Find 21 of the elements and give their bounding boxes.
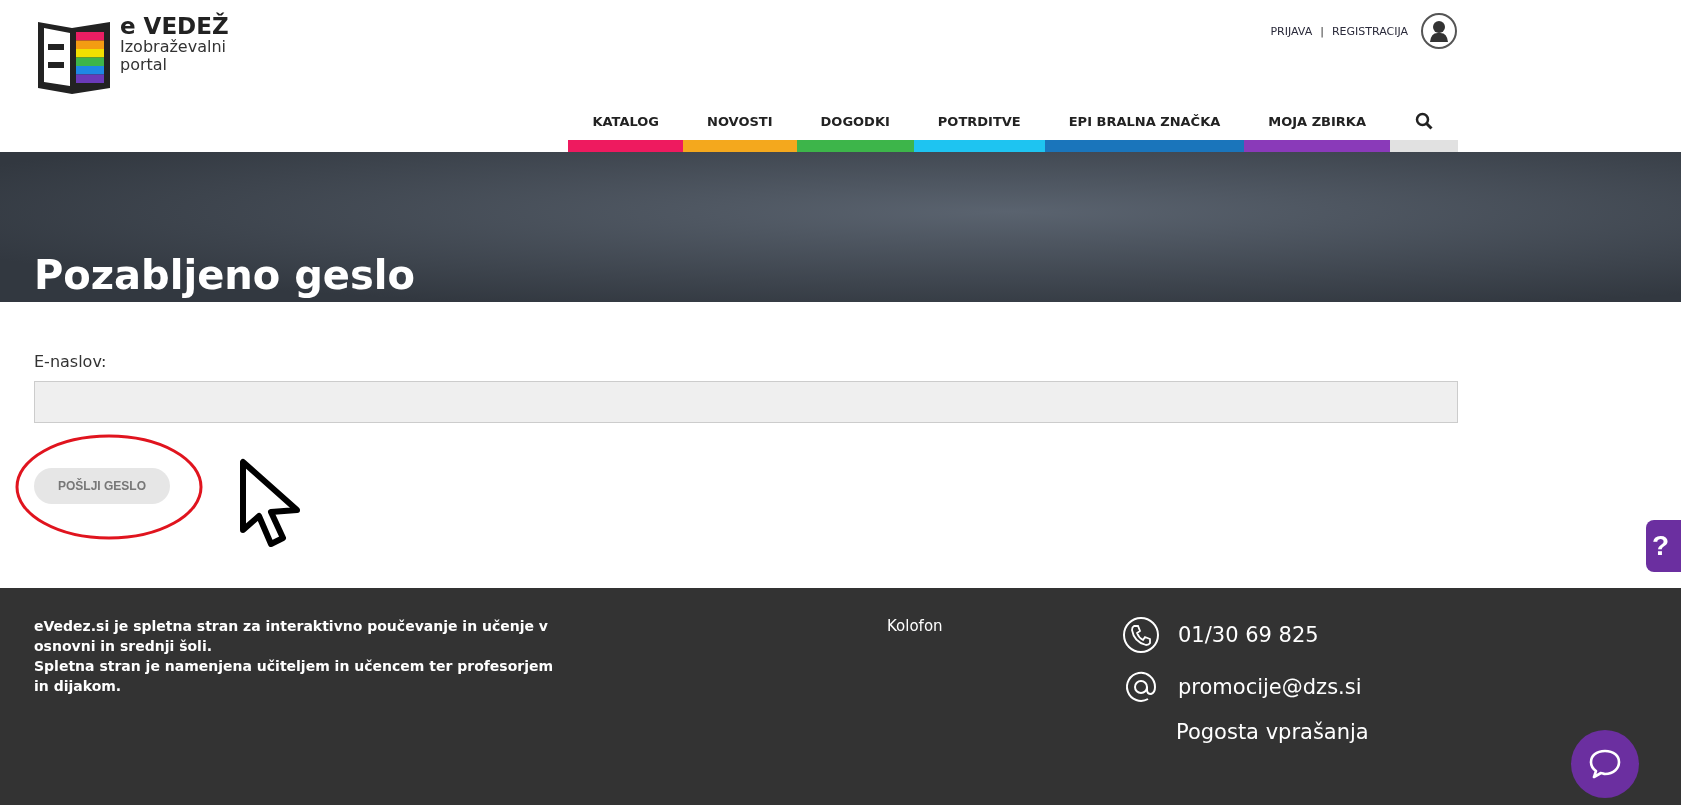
user-avatar-icon[interactable]	[1420, 12, 1458, 50]
page-title: Pozabljeno geslo	[34, 252, 415, 298]
email-label: E-naslov:	[34, 352, 108, 371]
colophon-link[interactable]: Kolofon	[887, 617, 943, 635]
email-address[interactable]: promocije@dzs.si	[1178, 675, 1362, 699]
about-text: eVedez.si je spletna stran za interaktivno poučevanje in učenje v osnovni in srednji šoli.	[34, 617, 549, 656]
phone-icon	[1122, 616, 1160, 654]
about-text: Spletna stran je namenjena učiteljem in učencem ter profesorjem in dijakom.	[34, 657, 555, 696]
login-link[interactable]: PRIJAVA	[1270, 24, 1313, 38]
phone-number: 01/30 69 825	[1178, 623, 1319, 647]
logo-name: e VEDEŽ	[120, 14, 229, 38]
send-password-button[interactable]: POŠLJI GESLO	[34, 468, 171, 504]
faq-link[interactable]: Pogosta vprašanja	[1176, 720, 1681, 744]
separator: |	[1320, 24, 1324, 38]
email-input[interactable]	[34, 381, 1458, 423]
logo-tagline: Izobraževalni	[120, 38, 227, 56]
search-icon	[1415, 112, 1433, 130]
register-link[interactable]: REGISTRACIJA	[1331, 24, 1408, 38]
logo-tagline: portal	[120, 56, 169, 74]
help-tab[interactable]: ?	[1646, 520, 1681, 572]
speech-bubble-icon	[1588, 748, 1622, 780]
